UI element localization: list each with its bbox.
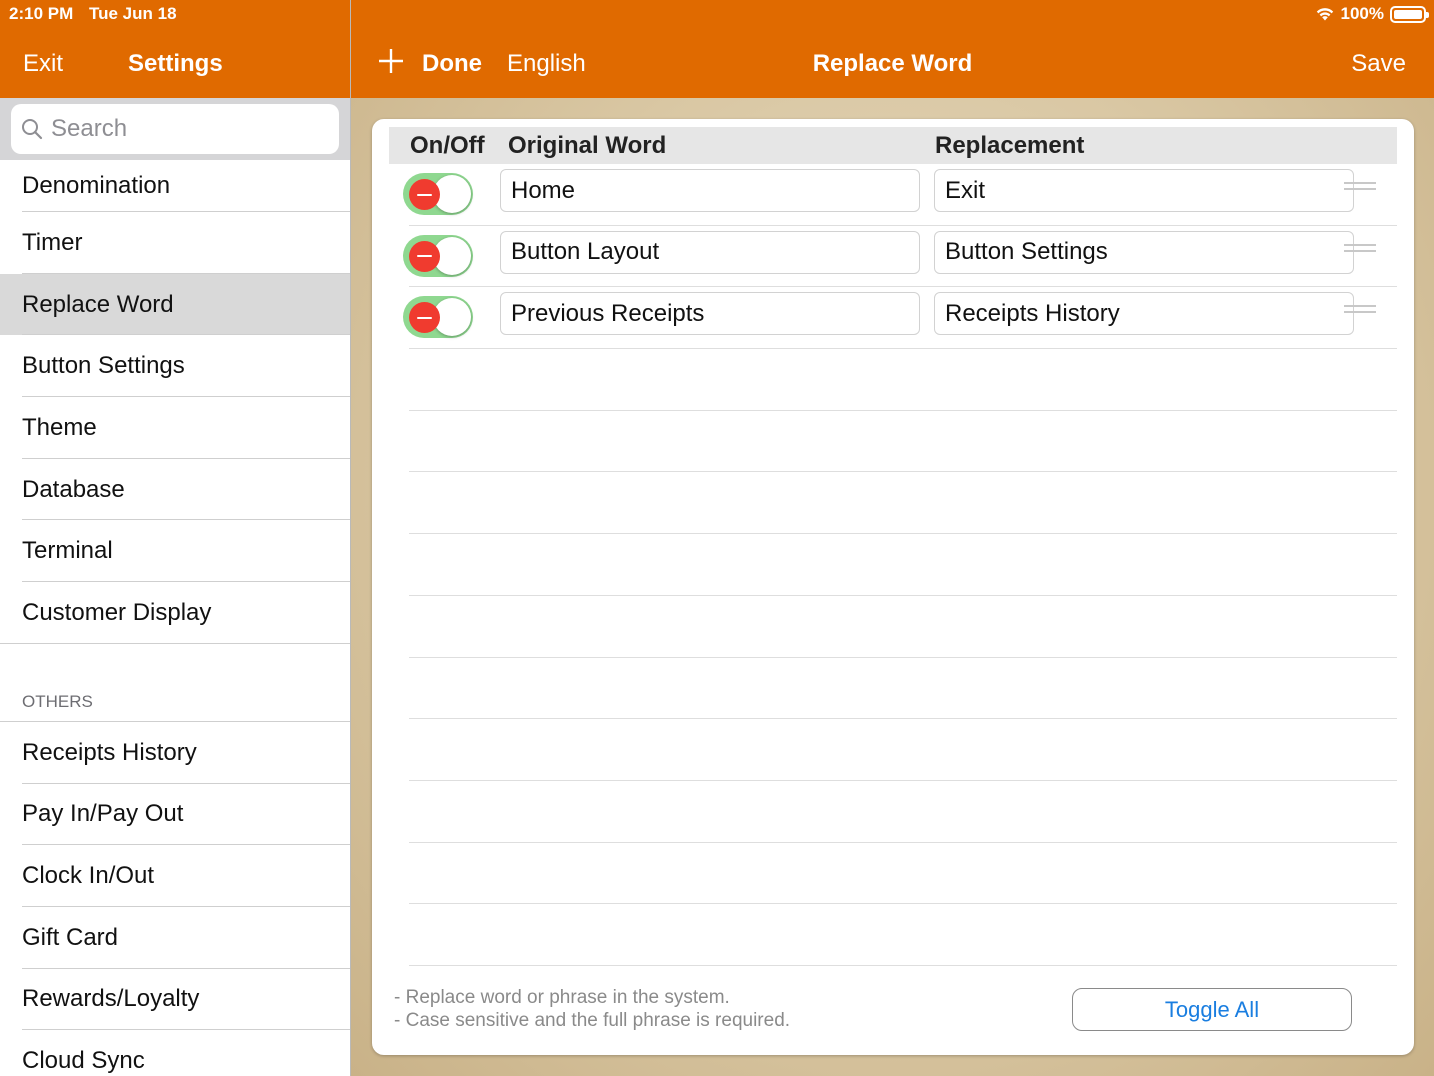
main-nav-bar: 100% Done English Replace Word Save xyxy=(351,0,1434,98)
empty-row xyxy=(409,534,1397,596)
sidebar-item-label: Terminal xyxy=(22,537,113,565)
sidebar-item-theme[interactable]: Theme xyxy=(0,397,350,459)
empty-row xyxy=(409,781,1397,843)
replacement-input[interactable] xyxy=(934,292,1354,336)
sidebar-item-label: Rewards/Loyalty xyxy=(22,985,200,1013)
table-row xyxy=(403,287,1397,350)
drag-handle-icon[interactable] xyxy=(1344,305,1376,319)
empty-row xyxy=(409,472,1397,535)
status-right: 100% xyxy=(1315,4,1429,24)
empty-row xyxy=(409,411,1397,473)
empty-row xyxy=(409,349,1397,411)
column-header-replacement: Replacement xyxy=(935,132,1085,159)
save-button[interactable]: Save xyxy=(1351,50,1406,78)
empty-row xyxy=(409,596,1397,658)
battery-percent: 100% xyxy=(1340,4,1384,23)
sidebar-item-cloud-sync[interactable]: Cloud Sync xyxy=(0,1030,350,1076)
empty-row xyxy=(409,843,1397,905)
empty-row xyxy=(409,658,1397,720)
sidebar-item-label: Pay In/Pay Out xyxy=(22,800,184,828)
table-row xyxy=(403,164,1397,226)
original-word-input[interactable] xyxy=(500,169,920,212)
minus-icon xyxy=(417,316,432,319)
search-icon xyxy=(22,119,43,140)
search-bar xyxy=(0,98,350,160)
drag-handle-icon[interactable] xyxy=(1344,182,1376,196)
battery-icon xyxy=(1390,5,1429,23)
sidebar-nav-bar: 2:10 PM Tue Jun 18 Exit Settings xyxy=(0,0,350,98)
sidebar-item-denomination[interactable]: Denomination xyxy=(0,160,350,212)
status-date: Tue Jun 18 xyxy=(89,4,177,23)
sidebar-item-label: Cloud Sync xyxy=(22,1047,145,1075)
replacement-input[interactable] xyxy=(934,230,1354,274)
minus-icon xyxy=(417,255,432,258)
sidebar: Denomination Timer Replace Word Button S… xyxy=(0,98,350,1076)
drag-handle-icon[interactable] xyxy=(1344,243,1376,258)
sidebar-item-label: Timer xyxy=(22,228,83,256)
table-header: On/Off Original Word Replacement xyxy=(389,127,1397,164)
help-notes: - Replace word or phrase in the system. … xyxy=(394,986,790,1032)
toggle-all-button[interactable]: Toggle All xyxy=(1072,988,1352,1031)
search-input[interactable] xyxy=(51,115,311,143)
search-box[interactable] xyxy=(11,104,339,154)
sidebar-item-label: Replace Word xyxy=(22,290,174,318)
sidebar-item-database[interactable]: Database xyxy=(0,459,350,521)
sidebar-item-clock-in-out[interactable]: Clock In/Out xyxy=(0,845,350,907)
sidebar-item-timer[interactable]: Timer xyxy=(0,212,350,274)
sidebar-item-gift-card[interactable]: Gift Card xyxy=(0,907,350,969)
minus-icon xyxy=(417,193,432,196)
sidebar-item-label: Button Settings xyxy=(22,352,185,380)
sidebar-item-label: Receipts History xyxy=(22,738,197,766)
help-note-line: - Case sensitive and the full phrase is … xyxy=(394,1010,791,1031)
sidebar-item-label: Theme xyxy=(22,413,97,441)
wifi-icon xyxy=(1316,8,1333,21)
original-word-input[interactable] xyxy=(500,230,920,274)
original-word-input[interactable] xyxy=(500,292,920,336)
split-divider xyxy=(350,0,351,1076)
table-row xyxy=(403,226,1397,288)
empty-row xyxy=(409,904,1397,966)
help-note-line: - Replace word or phrase in the system. xyxy=(394,987,730,1008)
delete-row-button[interactable] xyxy=(409,240,440,272)
sidebar-item-label: Customer Display xyxy=(22,598,212,626)
sidebar-item-receipts-history[interactable]: Receipts History xyxy=(0,722,350,784)
sidebar-item-label: Database xyxy=(22,475,125,503)
settings-list: Denomination Timer Replace Word Button S… xyxy=(0,160,350,644)
sidebar-item-label: Clock In/Out xyxy=(22,862,155,890)
sidebar-item-replace-word[interactable]: Replace Word xyxy=(0,273,350,336)
others-list: Receipts History Pay In/Pay Out Clock In… xyxy=(0,722,350,1076)
sidebar-item-label: Gift Card xyxy=(22,923,119,951)
sidebar-item-pay-in-pay-out[interactable]: Pay In/Pay Out xyxy=(0,784,350,846)
replacement-input[interactable] xyxy=(934,169,1354,212)
sidebar-item-label: Denomination xyxy=(22,172,171,199)
column-header-onoff: On/Off xyxy=(410,132,485,159)
empty-row xyxy=(409,719,1397,781)
status-time: 2:10 PM xyxy=(9,4,74,23)
settings-title: Settings xyxy=(128,50,223,77)
sidebar-item-customer-display[interactable]: Customer Display xyxy=(0,582,350,644)
page-title: Replace Word xyxy=(812,50,973,77)
column-header-original: Original Word xyxy=(508,132,667,159)
delete-row-button[interactable] xyxy=(409,179,440,210)
exit-button[interactable]: Exit xyxy=(23,50,63,78)
replace-word-card: On/Off Original Word Replacement Home Ex… xyxy=(372,119,1414,1055)
others-section-header: OTHERS xyxy=(0,682,350,722)
replace-rows xyxy=(403,164,1397,966)
sidebar-item-terminal[interactable]: Terminal xyxy=(0,520,350,582)
sidebar-item-rewards-loyalty[interactable]: Rewards/Loyalty xyxy=(0,969,350,1031)
sidebar-item-button-settings[interactable]: Button Settings xyxy=(0,335,350,397)
